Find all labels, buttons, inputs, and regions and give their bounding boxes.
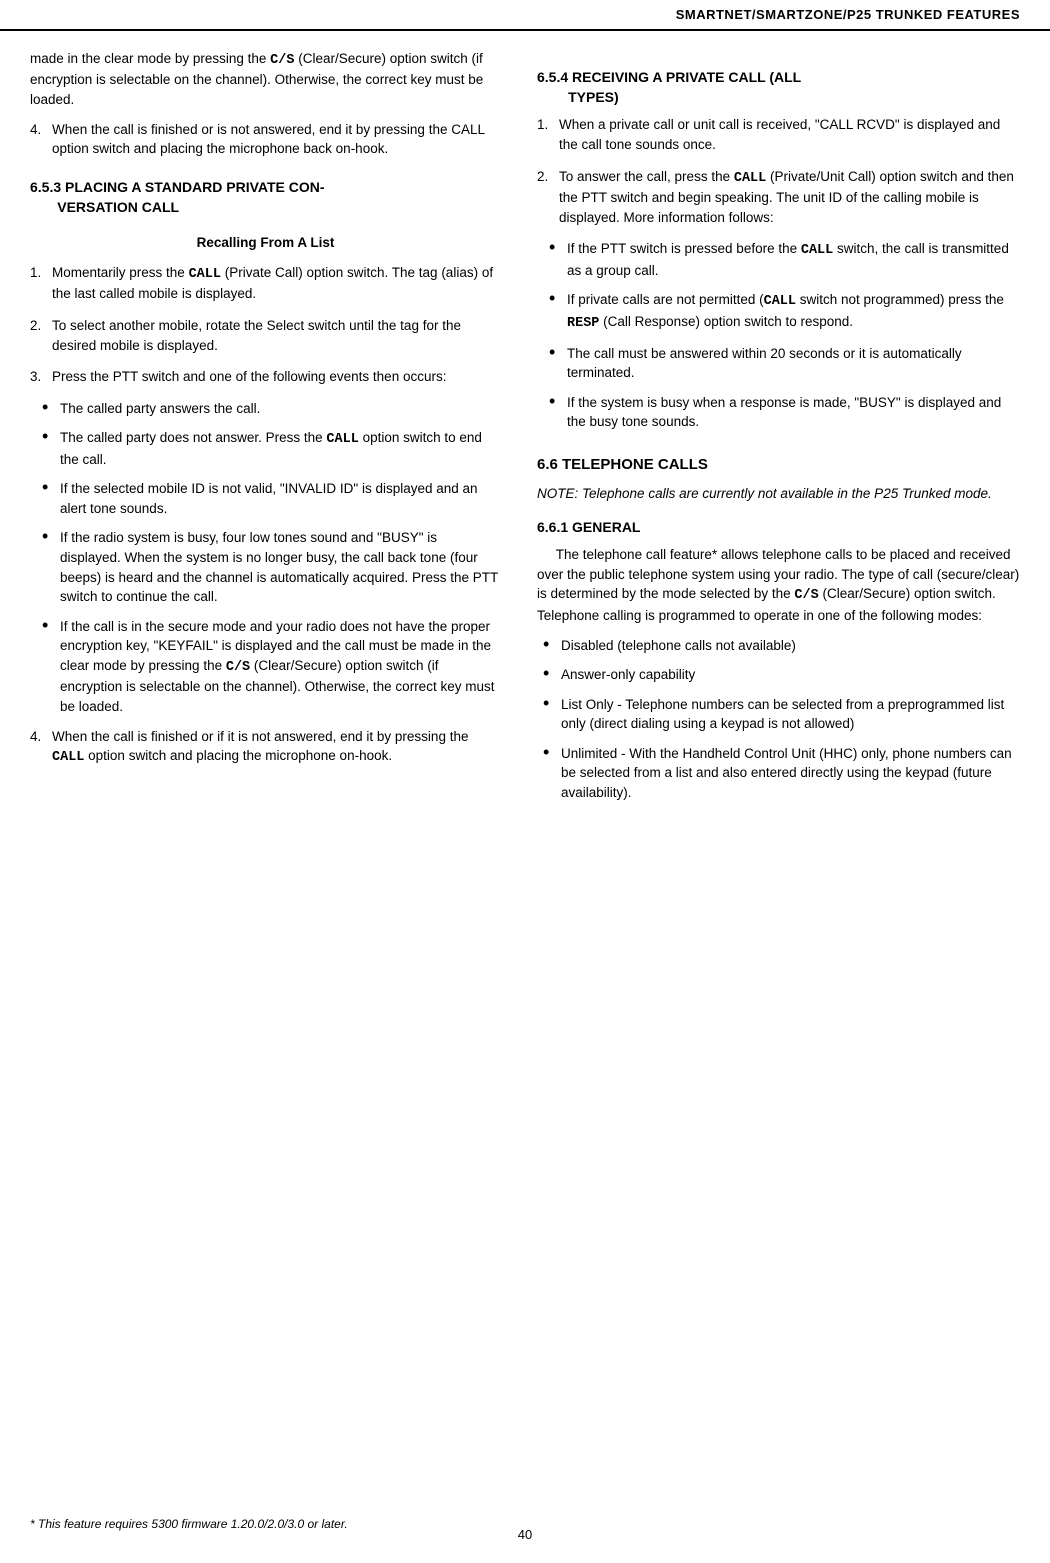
list-item: • Unlimited - With the Handheld Control … [543,744,1020,803]
list-item: 3. Press the PTT switch and one of the f… [30,367,501,387]
left-column: made in the clear mode by pressing the C… [30,49,525,813]
recalling-subheading: Recalling From A List [30,233,501,253]
list-item: 4. When the call is finished or if it is… [30,727,501,768]
list-item: • If the call is in the secure mode and … [42,617,501,717]
list-item: 1. When a private call or unit call is r… [537,115,1020,154]
section-653-heading: 6.5.3 PLACING A STANDARD PRIVATE CON- VE… [30,177,501,218]
intro-para: made in the clear mode by pressing the C… [30,49,501,110]
list-item: 1. Momentarily press the CALL (Private C… [30,263,501,304]
list-item: • The call must be answered within 20 se… [549,344,1020,383]
list-item: • The called party answers the call. [42,399,501,419]
section-661-heading: 6.6.1 GENERAL [537,517,1020,537]
note-66: NOTE: Telephone calls are currently not … [537,484,1020,504]
list-item: • If the PTT switch is pressed before th… [549,239,1020,280]
list-item: • If the selected mobile ID is not valid… [42,479,501,518]
list-item: • The called party does not answer. Pres… [42,428,501,469]
list-item: • If private calls are not permitted (CA… [549,290,1020,333]
para-661: The telephone call feature* allows telep… [537,545,1020,625]
right-column: 6.5.4 RECEIVING A PRIVATE CALL (ALL TYPE… [525,49,1020,813]
list-item: 2. To select another mobile, rotate the … [30,316,501,355]
section-654-heading: 6.5.4 RECEIVING A PRIVATE CALL (ALL TYPE… [537,67,1020,108]
list-item: • List Only - Telephone numbers can be s… [543,695,1020,734]
list-item: • If the radio system is busy, four low … [42,528,501,606]
list-item: 2. To answer the call, press the CALL (P… [537,167,1020,228]
list-item: 4. When the call is finished or is not a… [30,120,501,159]
page-number: 40 [0,1526,1050,1545]
section-66-heading: 6.6 TELEPHONE CALLS [537,454,1020,476]
page-header: SMARTNET/SMARTZONE/P25 TRUNKED FEATURES [0,0,1050,31]
list-item: • If the system is busy when a response … [549,393,1020,432]
list-item: • Answer-only capability [543,665,1020,685]
list-item: • Disabled (telephone calls not availabl… [543,636,1020,656]
